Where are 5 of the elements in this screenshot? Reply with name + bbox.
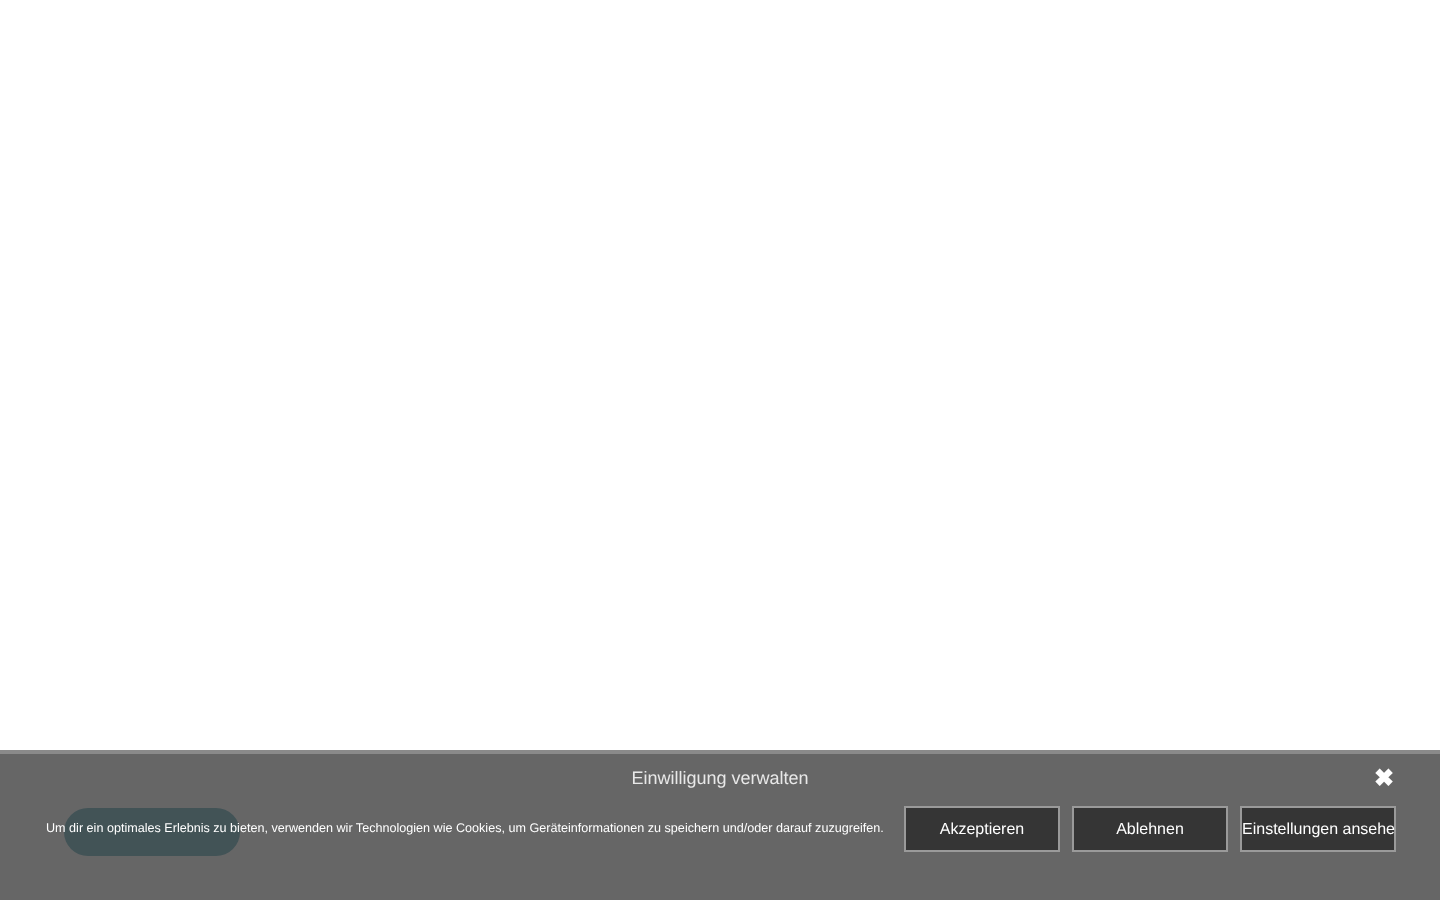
banner-button[interactable]: Akzeptieren: [904, 806, 1060, 852]
banner-button[interactable]: Einstellungen ansehe: [1240, 806, 1396, 852]
banner-button[interactable]: Ablehnen: [1072, 806, 1228, 852]
close-button[interactable]: ✖: [1370, 764, 1398, 792]
banner-title: Einwilligung verwalten: [631, 766, 809, 793]
